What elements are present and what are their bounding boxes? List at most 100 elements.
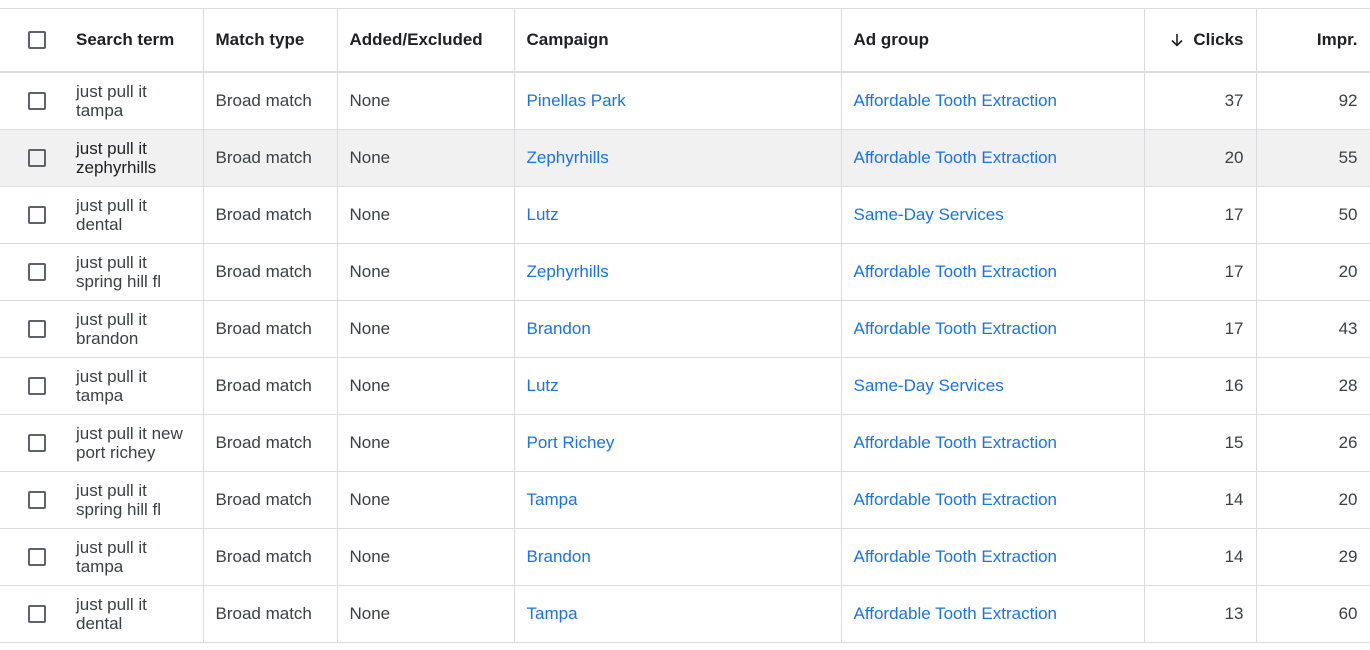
ad-group-link[interactable]: Affordable Tooth Extraction — [854, 262, 1058, 281]
cell-added-excluded: None — [337, 357, 515, 415]
row-checkbox[interactable] — [28, 149, 46, 167]
row-checkbox[interactable] — [28, 263, 46, 281]
cell-added-excluded: None — [337, 585, 515, 643]
cell-ad-group: Affordable Tooth Extraction — [841, 414, 1145, 472]
cell-search-term: just pull it dental — [0, 186, 204, 244]
row-checkbox[interactable] — [28, 548, 46, 566]
table-row[interactable]: just pull it zephyrhills Broad match None Z… — [0, 129, 1370, 187]
row-checkbox[interactable] — [28, 434, 46, 452]
ad-group-link[interactable]: Affordable Tooth Extraction — [854, 547, 1058, 566]
cell-campaign: Lutz — [514, 357, 842, 415]
row-checkbox[interactable] — [28, 377, 46, 395]
ad-group-link[interactable]: Same-Day Services — [854, 376, 1004, 395]
ad-group-link[interactable]: Affordable Tooth Extraction — [854, 604, 1058, 623]
arrow-down-icon — [1171, 34, 1183, 47]
table-row[interactable]: just pull it spring hill fl Broad match No… — [0, 471, 1370, 529]
cell-search-term: just pull it new port richey — [0, 414, 204, 472]
campaign-link[interactable]: Port Richey — [527, 433, 615, 452]
table-row[interactable]: just pull it new port richey Broad match N… — [0, 414, 1370, 472]
search-terms-table-container: Search term Match type Added/Excluded Ca… — [0, 8, 1370, 643]
cell-clicks: 17 — [1144, 300, 1257, 358]
cell-impr: 20 — [1256, 471, 1370, 529]
cell-ad-group: Affordable Tooth Extraction — [841, 585, 1145, 643]
cell-search-term: just pull it tampa — [0, 72, 204, 130]
table-row[interactable]: just pull it tampa Broad match None Lutz Sam… — [0, 357, 1370, 415]
campaign-link[interactable]: Tampa — [527, 604, 578, 623]
table-header-row: Search term Match type Added/Excluded Ca… — [0, 8, 1370, 73]
cell-search-term: just pull it tampa — [0, 357, 204, 415]
cell-impr: 28 — [1256, 357, 1370, 415]
campaign-link[interactable]: Lutz — [527, 376, 559, 395]
ad-group-link[interactable]: Affordable Tooth Extraction — [854, 148, 1058, 167]
campaign-link[interactable]: Brandon — [527, 547, 591, 566]
cell-ad-group: Affordable Tooth Extraction — [841, 72, 1145, 130]
cell-campaign: Zephyrhills — [514, 129, 842, 187]
cell-search-term: just pull it tampa — [0, 528, 204, 586]
cell-clicks: 16 — [1144, 357, 1257, 415]
campaign-link[interactable]: Tampa — [527, 490, 578, 509]
cell-campaign: Lutz — [514, 186, 842, 244]
cell-ad-group: Same-Day Services — [841, 186, 1145, 244]
table-row[interactable]: just pull it tampa Broad match None Pinella… — [0, 72, 1370, 130]
row-checkbox[interactable] — [28, 491, 46, 509]
header-search-term-label: Search term — [76, 30, 175, 49]
cell-campaign: Port Richey — [514, 414, 842, 472]
cell-match-type: Broad match — [203, 528, 338, 586]
campaign-link[interactable]: Lutz — [527, 205, 559, 224]
row-checkbox[interactable] — [28, 206, 46, 224]
search-terms-table: Search term Match type Added/Excluded Ca… — [0, 8, 1370, 643]
campaign-link[interactable]: Zephyrhills — [527, 148, 609, 167]
cell-impr: 20 — [1256, 243, 1370, 301]
cell-added-excluded: None — [337, 300, 515, 358]
cell-match-type: Broad match — [203, 471, 338, 529]
cell-campaign: Pinellas Park — [514, 72, 842, 130]
ad-group-link[interactable]: Same-Day Services — [854, 205, 1004, 224]
header-search-term[interactable]: Search term — [0, 8, 204, 73]
header-campaign[interactable]: Campaign — [514, 8, 842, 73]
header-added-excluded[interactable]: Added/Excluded — [337, 8, 515, 73]
cell-match-type: Broad match — [203, 357, 338, 415]
cell-ad-group: Affordable Tooth Extraction — [841, 300, 1145, 358]
cell-clicks: 14 — [1144, 528, 1257, 586]
row-checkbox[interactable] — [28, 92, 46, 110]
cell-impr: 43 — [1256, 300, 1370, 358]
cell-impr: 60 — [1256, 585, 1370, 643]
campaign-link[interactable]: Pinellas Park — [527, 91, 626, 110]
cell-clicks: 17 — [1144, 186, 1257, 244]
table-row[interactable]: just pull it dental Broad match None Tampa A… — [0, 585, 1370, 643]
row-checkbox[interactable] — [28, 605, 46, 623]
campaign-link[interactable]: Zephyrhills — [527, 262, 609, 281]
select-all-checkbox[interactable] — [28, 31, 46, 49]
cell-match-type: Broad match — [203, 414, 338, 472]
cell-match-type: Broad match — [203, 72, 338, 130]
cell-impr: 92 — [1256, 72, 1370, 130]
header-match-type[interactable]: Match type — [203, 8, 338, 73]
cell-match-type: Broad match — [203, 300, 338, 358]
search-term-text: just pull it brandon — [76, 310, 147, 348]
table-row[interactable]: just pull it dental Broad match None Lutz Sa… — [0, 186, 1370, 244]
header-ad-group[interactable]: Ad group — [841, 8, 1145, 73]
cell-match-type: Broad match — [203, 186, 338, 244]
cell-added-excluded: None — [337, 243, 515, 301]
row-checkbox[interactable] — [28, 320, 46, 338]
cell-match-type: Broad match — [203, 243, 338, 301]
cell-added-excluded: None — [337, 72, 515, 130]
table-row[interactable]: just pull it spring hill fl Broad match No… — [0, 243, 1370, 301]
search-term-text: just pull it new port richey — [76, 424, 183, 462]
ad-group-link[interactable]: Affordable Tooth Extraction — [854, 490, 1058, 509]
cell-impr: 29 — [1256, 528, 1370, 586]
cell-ad-group: Affordable Tooth Extraction — [841, 243, 1145, 301]
ad-group-link[interactable]: Affordable Tooth Extraction — [854, 91, 1058, 110]
search-term-text: just pull it tampa — [76, 538, 147, 576]
campaign-link[interactable]: Brandon — [527, 319, 591, 338]
table-body: just pull it tampa Broad match None Pinella… — [0, 72, 1370, 643]
search-term-text: just pull it zephyrhills — [76, 139, 157, 177]
header-clicks[interactable]: Clicks — [1144, 8, 1257, 73]
table-row[interactable]: just pull it tampa Broad match None Brandon… — [0, 528, 1370, 586]
table-row[interactable]: just pull it brandon Broad match None Brand… — [0, 300, 1370, 358]
ad-group-link[interactable]: Affordable Tooth Extraction — [854, 433, 1058, 452]
search-term-text: just pull it tampa — [76, 82, 147, 120]
search-term-text: just pull it dental — [76, 196, 147, 234]
ad-group-link[interactable]: Affordable Tooth Extraction — [854, 319, 1058, 338]
header-impr[interactable]: Impr. — [1256, 8, 1370, 73]
